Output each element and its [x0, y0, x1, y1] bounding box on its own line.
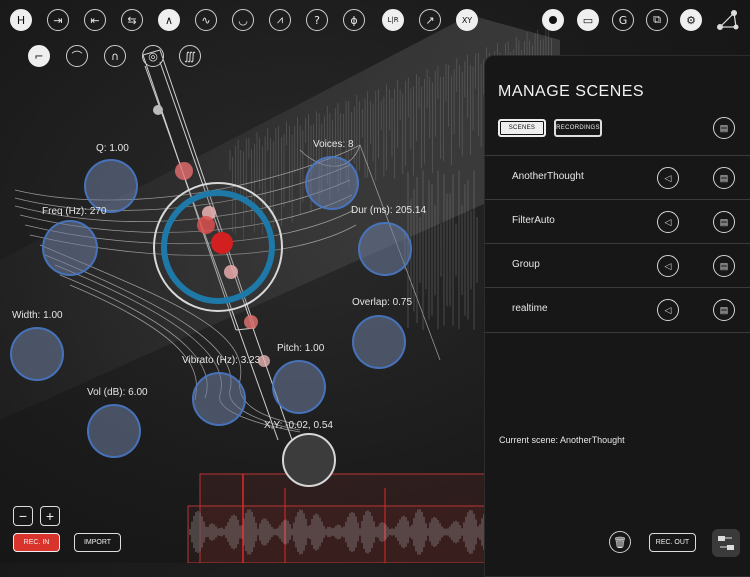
trash-icon[interactable]: 🗑 — [609, 531, 631, 553]
load-scene-icon[interactable]: ◁ — [657, 167, 679, 189]
arm-top-dot — [153, 105, 163, 115]
import-button[interactable]: IMPORT — [74, 533, 121, 552]
arm-dot-1 — [175, 162, 193, 180]
scene-row[interactable]: AnotherThought ◁ ▤ — [485, 155, 750, 200]
arm-dot-7 — [258, 355, 270, 367]
zoom-out-button[interactable]: − — [13, 506, 33, 526]
toggle-panel-icon[interactable] — [712, 529, 740, 557]
arm-dot-4 — [211, 232, 233, 254]
scene-row[interactable]: Group ◁ ▤ — [485, 243, 750, 288]
save-scene-icon[interactable]: ▤ — [713, 167, 735, 189]
scene-row[interactable]: FilterAuto ◁ ▤ — [485, 199, 750, 244]
save-scene-icon[interactable]: ▤ — [713, 211, 735, 233]
current-scene-label: Current scene: — [499, 435, 559, 445]
panel-title: MANAGE SCENES — [498, 83, 645, 100]
scene-name: AnotherThought — [512, 171, 584, 182]
arm-dot-6 — [244, 315, 258, 329]
current-scene: Current scene: AnotherThought — [499, 435, 625, 445]
scenes-tab[interactable]: SCENES — [498, 119, 546, 137]
arm-dot-3 — [197, 216, 215, 234]
save-scene-icon[interactable]: ▤ — [713, 117, 735, 139]
manage-scenes-panel: MANAGE SCENES SCENES RECORDINGS ▤ Anothe… — [484, 55, 750, 577]
recordings-tab[interactable]: RECORDINGS — [554, 119, 602, 137]
scene-name: Group — [512, 259, 540, 270]
rec-out-button[interactable]: REC. OUT — [649, 533, 696, 552]
rec-in-button[interactable]: REC. IN — [13, 533, 60, 552]
load-scene-icon[interactable]: ◁ — [657, 299, 679, 321]
load-scene-icon[interactable]: ◁ — [657, 255, 679, 277]
zoom-in-button[interactable]: + — [40, 506, 60, 526]
save-scene-icon[interactable]: ▤ — [713, 299, 735, 321]
arm-dot-5 — [224, 265, 238, 279]
save-scene-icon[interactable]: ▤ — [713, 255, 735, 277]
current-scene-value: AnotherThought — [560, 435, 625, 445]
load-scene-icon[interactable]: ◁ — [657, 211, 679, 233]
scene-name: realtime — [512, 303, 548, 314]
scene-name: FilterAuto — [512, 215, 555, 226]
scene-row[interactable]: realtime ◁ ▤ — [485, 287, 750, 333]
